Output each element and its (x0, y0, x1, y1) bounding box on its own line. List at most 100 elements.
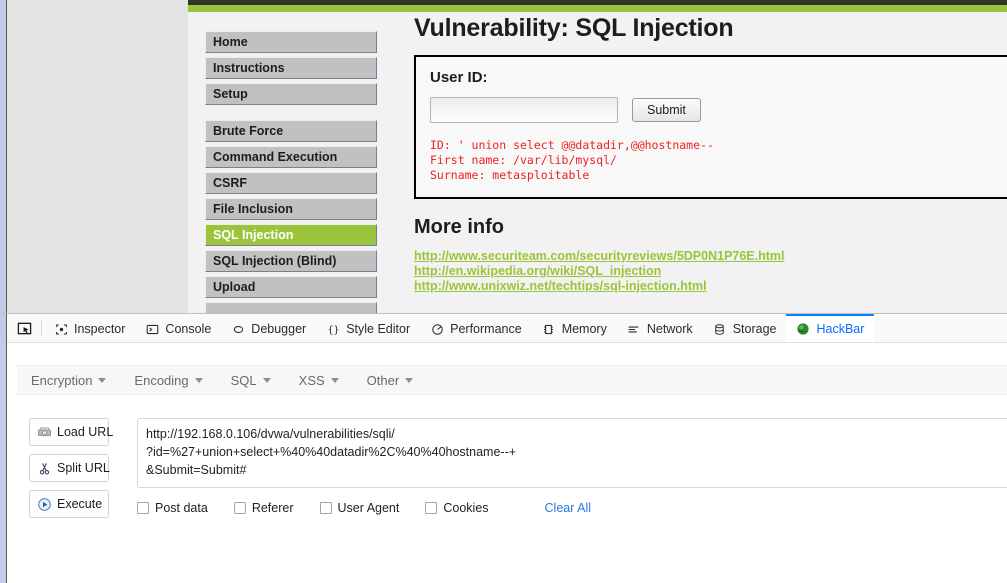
sidebar-item-partial[interactable] (205, 302, 377, 313)
chevron-down-icon (194, 377, 203, 383)
load-url-icon (36, 424, 52, 440)
tab-label: Memory (561, 322, 607, 336)
hackbar-body: Load URL Split URL Execute http://192.16… (7, 406, 1007, 583)
tab-network[interactable]: Network (617, 314, 703, 342)
more-info-heading: More info (414, 216, 504, 238)
hackbar-icon (796, 322, 810, 336)
chevron-down-icon (262, 377, 271, 383)
button-label: Execute (57, 497, 103, 511)
console-icon (145, 322, 159, 336)
split-url-button[interactable]: Split URL (29, 454, 110, 482)
toolbar-divider (41, 320, 42, 336)
sidebar-item-home[interactable]: Home (205, 31, 377, 53)
option-referer[interactable]: Referer (233, 501, 294, 515)
sidebar-item-file-inclusion[interactable]: File Inclusion (205, 198, 377, 220)
hackbar-menu-xss[interactable]: XSS (285, 373, 353, 388)
element-picker-icon[interactable] (7, 314, 41, 342)
user-id-form-row: Submit (430, 97, 1007, 123)
more-info-link[interactable]: http://www.securiteam.com/securityreview… (414, 249, 1007, 264)
chevron-down-icon (405, 377, 414, 383)
menu-label: Encoding (134, 372, 189, 388)
user-id-label: User ID: (430, 69, 488, 86)
execute-button[interactable]: Execute (29, 490, 109, 518)
tab-inspector[interactable]: Inspector (44, 314, 135, 342)
hackbar-menu-encryption[interactable]: Encryption (17, 373, 120, 388)
hackbar-menu-sql[interactable]: SQL (217, 373, 285, 388)
sidebar-item-sql-injection-blind[interactable]: SQL Injection (Blind) (205, 250, 377, 272)
dvwa-page: Home Instructions Setup Brute Force Comm… (188, 0, 1007, 313)
tab-performance[interactable]: Performance (420, 314, 532, 342)
sql-injection-form-box: User ID: Submit ID: ' union select @@dat… (414, 55, 1007, 199)
tab-label: Performance (450, 322, 522, 336)
style-editor-icon: {} (326, 322, 340, 336)
tab-style-editor[interactable]: {} Style Editor (316, 314, 420, 342)
menu-label: SQL (230, 372, 257, 388)
tab-storage[interactable]: Storage (703, 314, 787, 342)
network-icon (627, 322, 641, 336)
more-info-link[interactable]: http://en.wikipedia.org/wiki/SQL_injecti… (414, 264, 1007, 279)
sidebar-item-instructions[interactable]: Instructions (205, 57, 377, 79)
hackbar-menu-encoding[interactable]: Encoding (120, 373, 216, 388)
sidebar-item-sql-injection[interactable]: SQL Injection (205, 224, 377, 246)
sidebar-item-command-execution[interactable]: Command Execution (205, 146, 377, 168)
tab-debugger[interactable]: Debugger (221, 314, 316, 342)
menu-label: Encryption (31, 372, 93, 388)
devtools-panel: Inspector Console Debugger {} Style Edit… (0, 313, 1007, 583)
page-title: Vulnerability: SQL Injection (414, 14, 734, 42)
cookies-checkbox[interactable] (425, 502, 438, 514)
sidebar-item-setup[interactable]: Setup (205, 83, 377, 105)
hackbar-panel: Encryption Encoding SQL XSS Other Load U… (7, 343, 1007, 583)
tab-hackbar[interactable]: HackBar (786, 314, 875, 342)
option-cookies[interactable]: Cookies (425, 501, 489, 515)
sidebar-group-separator (205, 109, 377, 120)
option-label: User Agent (337, 501, 400, 515)
tab-label: Console (165, 322, 212, 336)
tab-memory[interactable]: Memory (532, 314, 617, 342)
performance-icon (430, 322, 444, 336)
button-label: Load URL (57, 425, 114, 439)
sidebar-item-brute-force[interactable]: Brute Force (205, 120, 377, 142)
execute-play-icon (36, 496, 52, 512)
page-header-green-bar (188, 5, 1007, 12)
user-id-input[interactable] (430, 97, 618, 123)
referer-checkbox[interactable] (233, 502, 246, 514)
option-user-agent[interactable]: User Agent (319, 501, 400, 515)
page-left-gutter (7, 0, 188, 313)
svg-text:{}: {} (327, 324, 339, 335)
url-textarea[interactable] (137, 418, 1007, 488)
tab-label: Debugger (251, 322, 307, 336)
devtools-tab-bar: Inspector Console Debugger {} Style Edit… (7, 314, 1007, 343)
sidebar-item-upload[interactable]: Upload (205, 276, 377, 298)
button-label: Split URL (57, 461, 110, 475)
option-post-data[interactable]: Post data (137, 501, 208, 515)
storage-icon (713, 322, 727, 336)
chevron-down-icon (330, 377, 339, 383)
option-label: Post data (155, 501, 208, 515)
tab-label: HackBar (816, 322, 865, 336)
menu-label: XSS (298, 372, 325, 388)
more-info-link[interactable]: http://www.unixwiz.net/techtips/sql-inje… (414, 279, 1007, 294)
option-label: Cookies (443, 501, 489, 515)
menu-label: Other (366, 372, 400, 388)
memory-icon (542, 322, 556, 336)
post-data-checkbox[interactable] (137, 502, 149, 514)
sidebar-item-csrf[interactable]: CSRF (205, 172, 377, 194)
option-label: Referer (251, 501, 294, 515)
tab-label: Style Editor (346, 322, 411, 336)
tab-label: Network (646, 322, 693, 336)
user-agent-checkbox[interactable] (319, 502, 332, 514)
tab-label: Inspector (74, 322, 126, 336)
dvwa-nav-menu: Home Instructions Setup Brute Force Comm… (205, 31, 377, 313)
hackbar-options-row: Post data Referer User Agent Cookies Cle… (137, 501, 591, 515)
chevron-down-icon (98, 377, 107, 383)
submit-button[interactable]: Submit (632, 98, 701, 122)
load-url-button[interactable]: Load URL (29, 418, 113, 446)
hackbar-menu-other[interactable]: Other (353, 373, 428, 388)
hackbar-menu-bar: Encryption Encoding SQL XSS Other (17, 365, 1007, 395)
dvwa-main-content: Vulnerability: SQL Injection User ID: Su… (414, 14, 1007, 294)
screenshot-root: Home Instructions Setup Brute Force Comm… (0, 0, 1007, 583)
tab-console[interactable]: Console (135, 314, 221, 342)
tab-label: Storage (732, 322, 777, 336)
clear-all-button[interactable]: Clear All (545, 501, 592, 515)
hackbar-action-buttons: Load URL Split URL Execute (29, 418, 123, 526)
